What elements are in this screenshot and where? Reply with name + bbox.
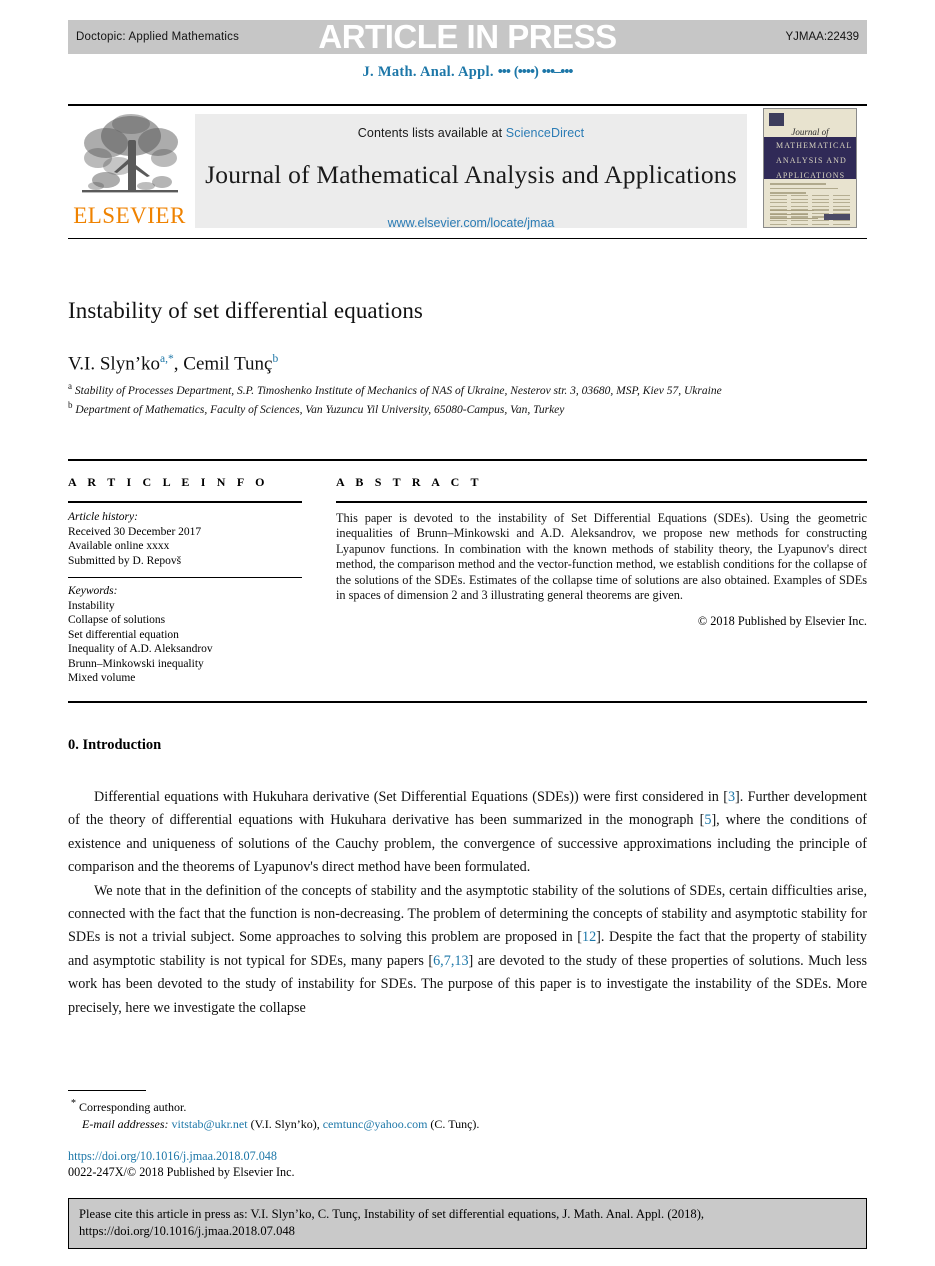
contents-prefix: Contents lists available at	[357, 126, 503, 140]
affiliation-a-marker: a	[68, 381, 72, 391]
footnote-separator-rule	[68, 1090, 146, 1091]
footnote-block: * Corresponding author. E-mail addresses…	[68, 1096, 768, 1132]
sciencedirect-panel: Contents lists available at ScienceDirec…	[195, 114, 747, 230]
cover-title-line2: ANALYSIS AND	[776, 156, 847, 165]
corresponding-author-note: * Corresponding author.	[68, 1096, 768, 1116]
email-addresses-label: E-mail addresses:	[82, 1116, 169, 1131]
elsevier-tree-icon	[82, 114, 178, 193]
author-list: V.I. Slyn’koa,*, Cemil Tunçb	[68, 353, 278, 375]
elsevier-wordmark: ELSEVIER	[73, 203, 186, 228]
author-one: V.I. Slyn’ko	[68, 353, 161, 375]
keyword-item: Inequality of A.D. Aleksandrov	[68, 643, 213, 655]
cover-title-band: MATHEMATICAL ANALYSIS AND APPLICATIONS	[764, 137, 856, 180]
abstract-text: This paper is devoted to the instability…	[336, 511, 867, 603]
citation-ref-6-7-13[interactable]: 6,7,13	[433, 953, 468, 969]
journal-title: Journal of Mathematical Analysis and App…	[205, 160, 737, 189]
author-two: , Cemil Tunç	[173, 353, 273, 375]
abstract-copyright: © 2018 Published by Elsevier Inc.	[697, 614, 867, 629]
author-two-affil-marker[interactable]: b	[273, 353, 279, 365]
history-item: Available online xxxx	[68, 540, 170, 552]
paragraph-one: Differential equations with Hukuhara der…	[68, 786, 867, 880]
keywords-list: Keywords: Instability Collapse of soluti…	[68, 584, 302, 686]
doi-link[interactable]: https://doi.org/10.1016/j.jmaa.2018.07.0…	[68, 1148, 295, 1164]
cite-line-one: Please cite this article in press as: V.…	[79, 1207, 705, 1221]
article-in-press-stamp: ARTICLE IN PRESS	[318, 18, 617, 55]
email-addresses-note: E-mail addresses: vitstab@ukr.net (V.I. …	[68, 1116, 768, 1133]
email-link-tunc[interactable]: cemtunc@yahoo.com	[323, 1117, 428, 1131]
section-heading-introduction: 0. Introduction	[68, 737, 162, 753]
journal-reference-line: J. Math. Anal. Appl. ••• (••••) •••–•••	[68, 64, 867, 81]
journal-ref-prefix: J. Math. Anal. Appl.	[362, 64, 494, 80]
article-history: Article history: Received 30 December 20…	[68, 510, 302, 568]
keyword-item: Brunn–Minkowski inequality	[68, 657, 204, 670]
abstract-label: A B S T R A C T	[336, 475, 483, 489]
author-one-affil-marker[interactable]: a,*	[160, 353, 174, 365]
email-owner-two: (C. Tunç).	[430, 1116, 480, 1131]
cite-line-two: https://doi.org/10.1016/j.jmaa.2018.07.0…	[79, 1224, 295, 1238]
journal-ref-pages: •••–•••	[541, 64, 574, 80]
history-item: Submitted by D. Repovš	[68, 554, 182, 567]
article-info-column: A R T I C L E I N F O Article history: R…	[68, 475, 302, 686]
article-info-rule	[68, 501, 302, 503]
please-cite-box: Please cite this article in press as: V.…	[68, 1198, 867, 1249]
page-title: Instability of set differential equation…	[68, 298, 423, 323]
keywords-label: Keywords:	[68, 585, 118, 597]
elsevier-logo: ELSEVIER	[68, 108, 191, 230]
sciencedirect-link[interactable]: ScienceDirect	[506, 126, 584, 140]
keywords-rule	[68, 577, 302, 578]
cover-journal-of-text: Journal of	[791, 127, 829, 137]
cover-title-line1: MATHEMATICAL	[776, 141, 853, 150]
keyword-item: Mixed volume	[68, 672, 136, 684]
contents-available-line: Contents lists available at ScienceDirec…	[195, 126, 747, 140]
cover-sciencedirect-mark-icon	[824, 214, 850, 220]
email-owner-one: (V.I. Slyn’ko),	[250, 1116, 320, 1131]
article-number: YJMAA:22439	[785, 31, 859, 43]
article-info-label: A R T I C L E I N F O	[68, 475, 269, 489]
email-link-slynko[interactable]: vitstab@ukr.net	[172, 1117, 248, 1131]
article-in-press-band: Doctopic: Applied Mathematics ARTICLE IN…	[68, 18, 867, 55]
affiliations: a Stability of Processes Department, S.P…	[68, 379, 768, 418]
keyword-item: Instability	[68, 599, 115, 612]
corresponding-author-marker: *	[71, 1098, 76, 1109]
cover-title-line3: APPLICATIONS	[776, 171, 846, 180]
masthead-bottom-rule	[68, 238, 867, 239]
affiliation-b-text: Department of Mathematics, Faculty of Sc…	[75, 404, 565, 417]
info-section-bottom-rule	[68, 701, 867, 703]
keyword-item: Collapse of solutions	[68, 614, 166, 626]
article-page: Doctopic: Applied Mathematics ARTICLE IN…	[0, 0, 935, 1266]
affiliation-b: b Department of Mathematics, Faculty of …	[68, 398, 768, 417]
article-history-label: Article history:	[68, 511, 138, 523]
abstract-column: A B S T R A C T This paper is devoted to…	[336, 475, 867, 629]
affiliation-a-text: Stability of Processes Department, S.P. …	[74, 384, 722, 397]
affiliation-a: a Stability of Processes Department, S.P…	[68, 379, 768, 398]
info-section-top-rule	[68, 459, 867, 461]
journal-homepage-link[interactable]: www.elsevier.com/locate/jmaa	[195, 216, 747, 230]
journal-ref-volume: •••	[497, 64, 511, 80]
para1-part-a: Differential equations with Hukuhara der…	[94, 789, 728, 805]
citation-ref-12[interactable]: 12	[582, 929, 596, 945]
abstract-rule	[336, 501, 867, 503]
keyword-item: Set differential equation	[68, 628, 179, 641]
journal-masthead: ELSEVIER Contents lists available at Sci…	[68, 108, 867, 230]
journal-ref-issue: (••••)	[513, 64, 539, 80]
affiliation-b-marker: b	[68, 400, 73, 411]
cover-elsevier-mark-icon	[769, 113, 784, 126]
body-content: Differential equations with Hukuhara der…	[68, 786, 867, 1020]
masthead-top-rule	[68, 104, 867, 106]
doi-block: https://doi.org/10.1016/j.jmaa.2018.07.0…	[68, 1148, 295, 1180]
citation-ref-3[interactable]: 3	[728, 789, 735, 805]
corresponding-author-text: Corresponding author.	[79, 1100, 187, 1114]
paragraph-two: We note that in the definition of the co…	[68, 880, 867, 1020]
journal-cover-thumbnail: Journal of MATHEMATICAL ANALYSIS AND APP…	[763, 108, 857, 228]
issn-copyright-line: 0022-247X/© 2018 Published by Elsevier I…	[68, 1165, 295, 1179]
history-item: Received 30 December 2017	[68, 525, 202, 538]
